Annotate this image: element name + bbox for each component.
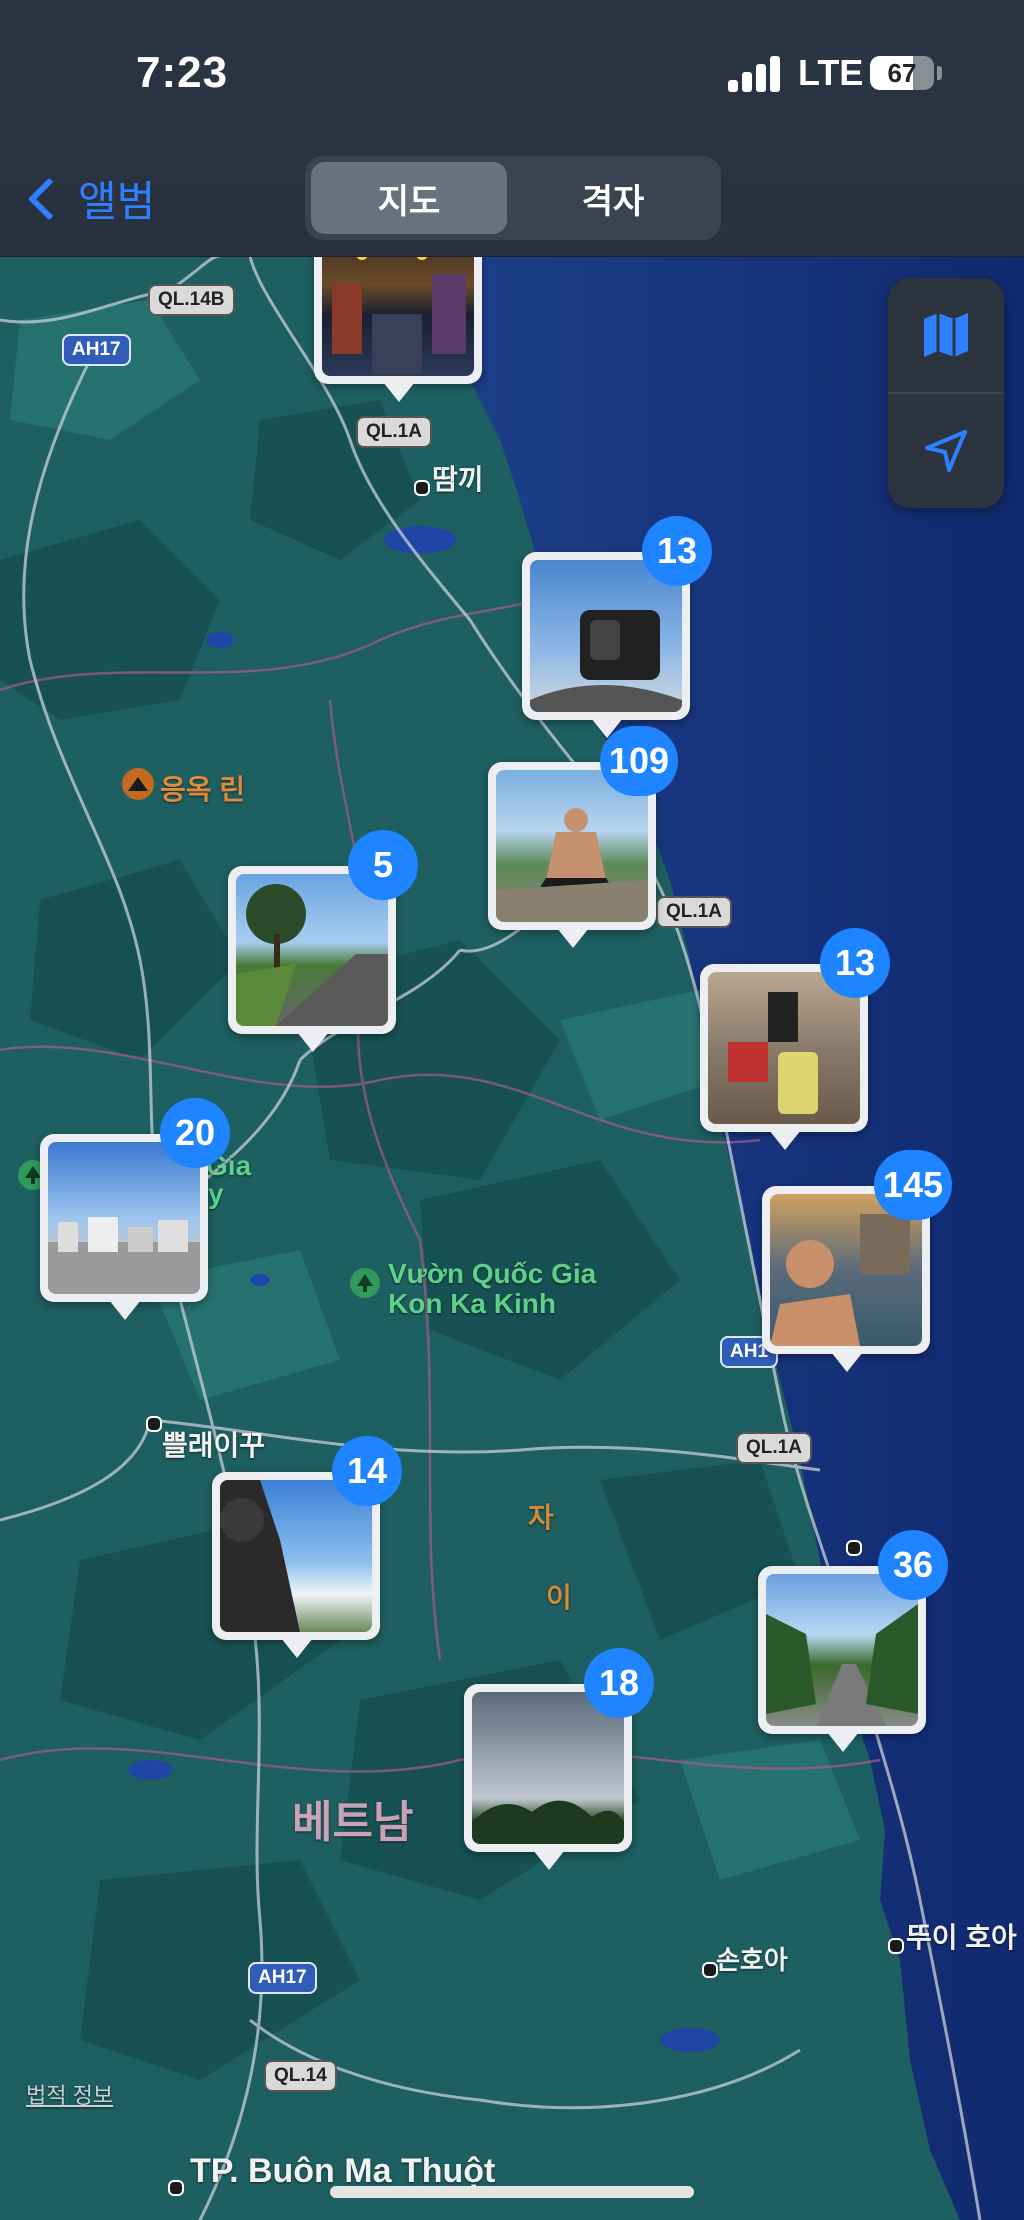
pin-tail [831,1352,863,1372]
map-controls [888,278,1004,508]
mountain-icon [122,768,154,800]
battery-cap [937,66,942,80]
photo-count-badge: 109 [599,726,678,796]
place-dot [146,1416,162,1432]
photo-thumbnail [48,1142,200,1294]
photo-cluster-pin[interactable]: 36 [758,1530,948,1752]
photo-thumbnail [236,874,388,1026]
map-mode-button[interactable] [888,278,1004,392]
legal-info-link[interactable]: 법적 정보 [26,2078,113,2110]
back-button[interactable]: 앨범 [22,168,155,229]
pin-tail [109,1300,141,1320]
map-icon [924,313,968,357]
battery-icon: 67 [870,56,934,90]
place-dot [168,2180,184,2196]
current-location-button[interactable] [888,394,1004,508]
photo-count-badge: 13 [642,516,712,586]
road-shield-ql1a-lower: QL.1A [736,1432,812,1464]
photo-cluster-pin[interactable]: 5 [228,830,418,1052]
photo-cluster-pin[interactable]: 18 [464,1648,654,1870]
back-label: 앨범 [78,178,156,225]
place-label-ngoc-linh: 응옥 린 [160,774,246,805]
park-icon [350,1268,380,1298]
place-label-kon-ka-kinh-2: Kon Ka Kinh [388,1288,556,1319]
place-dot [414,480,430,496]
segment-grid[interactable]: 격자 [515,162,711,234]
map-view[interactable] [0,0,1024,2220]
location-arrow-icon [925,430,967,472]
road-shield-ah17-bottom: AH17 [248,1962,317,1994]
road-shield-ql14b: QL.14B [148,284,235,316]
pin-tail [383,382,415,402]
cellular-signal-icon [728,56,782,92]
pin-tail [769,1130,801,1150]
place-label-dam-ki: 땀끼 [432,464,484,495]
pin-tail [557,928,589,948]
road-shield-ah17: AH17 [62,334,131,366]
place-dot [888,1938,904,1954]
network-type: LTE [798,52,864,93]
segment-map[interactable]: 지도 [311,162,507,234]
place-label-son-hoa: 손호아 [716,1945,788,1975]
region-label-2: 이 [546,1582,572,1613]
photo-cluster-pin[interactable]: 20 [40,1098,230,1320]
photo-cluster-pin[interactable]: 109 [488,726,678,948]
battery-percent: 67 [887,58,917,88]
map-canvas [0,0,1024,2220]
photo-thumbnail [766,1574,918,1726]
region-label-1: 자 [528,1502,554,1533]
place-label-kon-ka-kinh-1: Vườn Quốc Gia [388,1258,597,1289]
photo-thumbnail [472,1692,624,1844]
photo-count-badge: 14 [332,1436,402,1506]
photo-cluster-pin[interactable]: 13 [522,516,712,738]
photo-thumbnail [708,972,860,1124]
place-dot [846,1540,862,1556]
pin-tail [827,1732,859,1752]
photo-cluster-pin[interactable]: 14 [212,1436,402,1658]
pin-tail [281,1638,313,1658]
place-label-tuy-hoa: 뚜이 호아 [906,1922,1017,1953]
country-label-vietnam: 베트남 [292,1798,414,1847]
navigation-header: 7:23 LTE 67 앨범 지도 격자 [0,0,1024,257]
road-shield-ql14: QL.14 [264,2060,337,2092]
photo-count-badge: 5 [348,830,418,900]
road-shield-ql1a-mid: QL.1A [656,896,732,928]
view-segmented-control: 지도 격자 [305,156,721,240]
photo-count-badge: 36 [878,1530,948,1600]
pin-tail [297,1032,329,1052]
photo-thumbnail [530,560,682,712]
pin-tail [533,1850,565,1870]
road-shield-ql1a: QL.1A [356,416,432,448]
status-time: 7:23 [136,48,229,97]
place-label-partial-y: y [208,1178,224,1209]
photo-count-badge: 20 [160,1098,230,1168]
photo-count-badge: 145 [873,1150,952,1220]
place-label-pleiku: 쁠래이꾸 [162,1430,266,1461]
photo-count-badge: 13 [820,928,890,998]
chevron-left-icon [27,177,71,220]
photo-count-badge: 18 [584,1648,654,1718]
home-indicator [330,2186,694,2198]
photo-cluster-pin[interactable]: 13 [700,928,890,1150]
photo-cluster-pin[interactable]: 145 [762,1150,952,1372]
photo-thumbnail [220,1480,372,1632]
